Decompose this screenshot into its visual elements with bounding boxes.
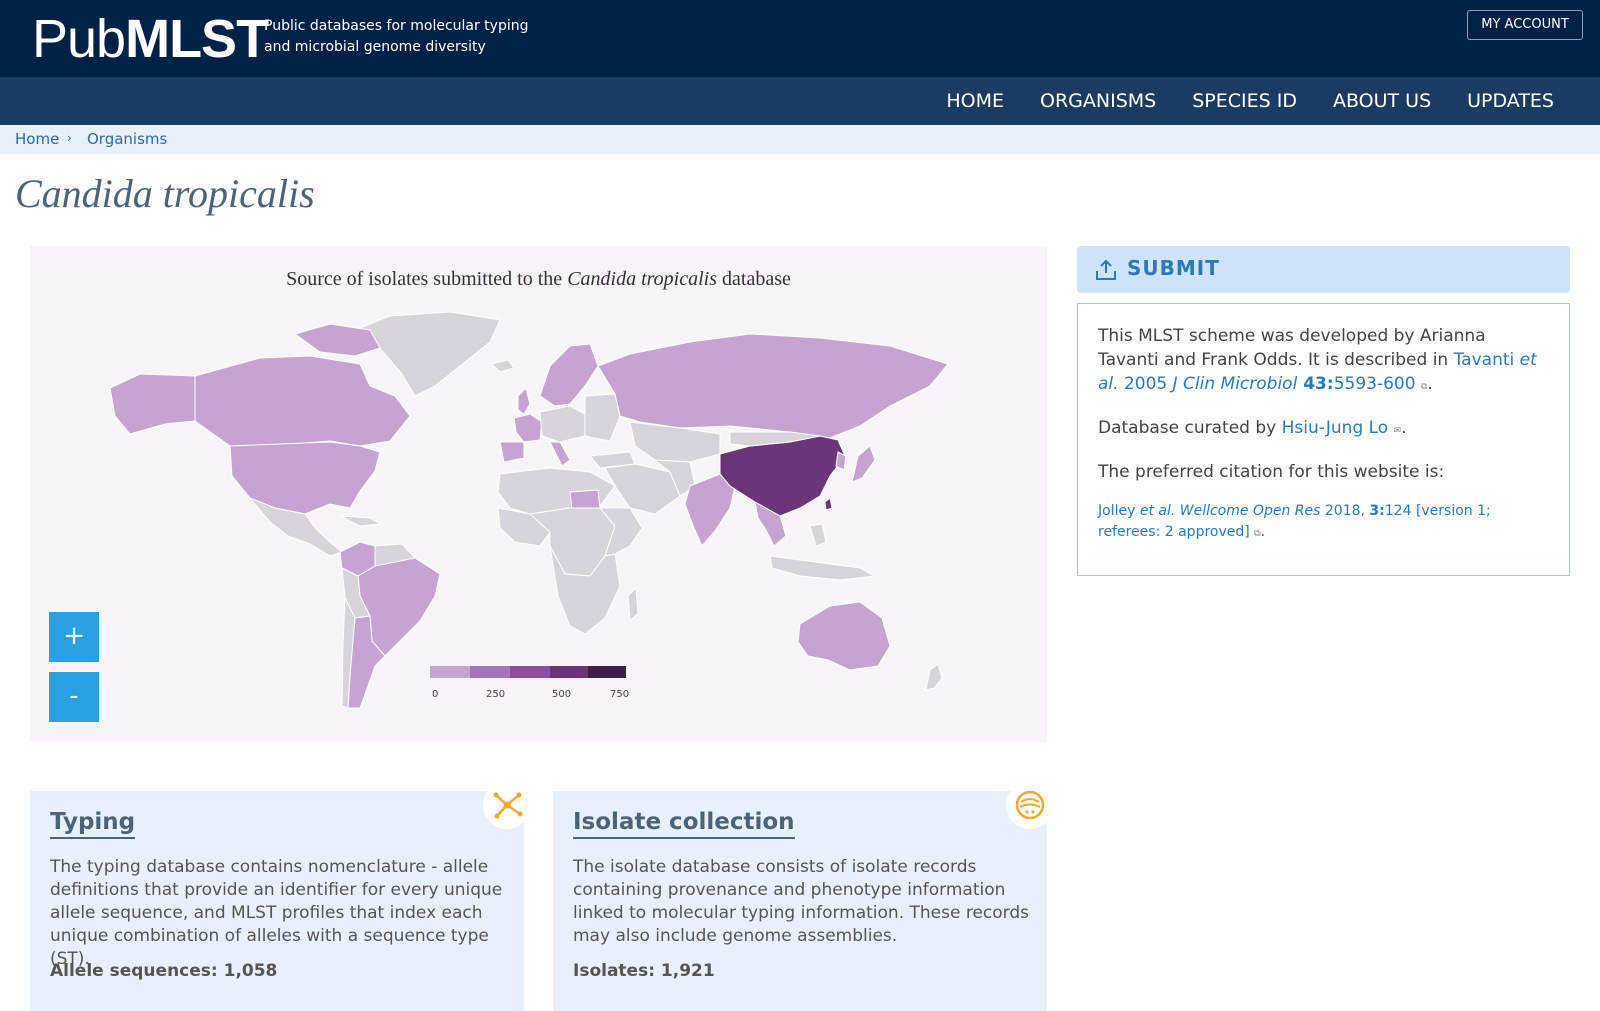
map-region-italy [549,441,571,467]
map-region-alaska [109,373,196,435]
isolate-card-text: The isolate database consists of isolate… [573,857,1030,946]
map-region-australia [797,601,891,671]
typing-card-title[interactable]: Typing [50,809,136,839]
legend-tick-0: 0 [432,689,438,700]
map-region-central-europe [539,405,586,443]
pubmlst-logo[interactable]: PubMLST [32,8,269,70]
legend-swatch-2 [470,666,510,678]
map-region-usa [229,441,381,515]
map-region-spain [499,441,525,463]
curator-line: Database curated by Hsiu-Jung Lo ✉. [1098,418,1407,438]
map-region-taiwan [824,497,833,511]
map-region-eastern-europe [584,393,621,442]
scheme-info-box: This MLST scheme was developed by Ariann… [1077,303,1570,576]
nav-item-about-us[interactable]: ABOUT US [1333,90,1431,112]
legend-tick-250: 250 [486,689,505,700]
submit-label: SUBMIT [1127,256,1220,280]
map-region-uk [517,387,531,415]
world-map[interactable]: 0 250 500 750 [30,246,1047,742]
map-region-madagascar [627,586,639,621]
isolate-collection-card: Isolate collection The isolate database … [553,781,1054,1011]
map-region-caribbean [339,515,382,527]
breadcrumb-separator: › [67,131,72,145]
typing-card-text: The typing database contains nomenclatur… [50,857,503,969]
allele-sequences-count: Allele sequences: 1,058 [50,961,278,981]
citation: Jolley et al. Wellcome Open Res 2018, 3:… [1098,503,1491,540]
zoom-out-button[interactable]: - [49,672,99,722]
nav-item-organisms[interactable]: ORGANISMS [1040,90,1156,112]
mail-icon: ✉ [1393,426,1402,436]
legend-swatch-1 [430,666,470,678]
breadcrumb: Home › Organisms [0,125,1600,154]
curator-link[interactable]: Hsiu-Jung Lo [1282,418,1389,438]
site-tagline: Public databases for molecular typing an… [264,18,529,55]
nav-item-species-id[interactable]: SPECIES ID [1192,90,1297,112]
map-title: Source of isolates submitted to the Cand… [286,268,791,290]
petri-dish-icon [1006,781,1054,829]
map-region-russia [597,333,949,439]
submit-button[interactable]: SUBMIT [1077,246,1570,293]
legend-swatch-3 [510,666,550,678]
map-region-indonesia [769,555,877,581]
my-account-button[interactable]: MY ACCOUNT [1467,10,1583,40]
scheme-description: This MLST scheme was developed by Ariann… [1098,326,1537,394]
map-region-france [513,413,543,443]
nav-item-home[interactable]: HOME [946,90,1004,112]
page-title: Candida tropicalis [15,171,315,216]
map-region-japan [851,445,876,483]
site-header: PubMLST Public databases for molecular t… [0,0,1600,77]
map-legend: 0 250 500 750 [430,666,629,700]
isolates-count: Isolates: 1,921 [573,961,715,981]
map-region-india [684,473,736,547]
legend-tick-750: 750 [610,689,629,700]
isolate-card-title[interactable]: Isolate collection [573,809,795,839]
breadcrumb-organisms[interactable]: Organisms [87,130,167,148]
isolate-source-map: 0 250 500 750 Source of isolates submitt… [30,246,1047,742]
map-region-iceland [491,359,515,373]
map-region-philippines [809,523,827,547]
legend-swatch-5 [588,666,626,678]
map-region-new-zealand [925,663,943,691]
legend-tick-500: 500 [552,689,571,700]
map-region-canada [194,355,411,447]
map-region-egypt [569,489,601,511]
map-region-greenland [359,311,501,397]
citation-intro: The preferred citation for this website … [1098,462,1445,482]
legend-swatch-4 [550,666,588,678]
nav-item-updates[interactable]: UPDATES [1467,90,1554,112]
map-region-kazakhstan [629,421,721,463]
citation-link[interactable]: Jolley et al. Wellcome Open Res 2018, 3:… [1098,503,1491,540]
breadcrumb-home[interactable]: Home [15,130,59,148]
typing-card: Typing The typing database contains nome… [30,781,531,1011]
zoom-in-button[interactable]: + [49,612,99,662]
typing-network-icon [483,781,531,829]
upload-icon [1095,259,1117,285]
main-nav: HOME ORGANISMS SPECIES ID ABOUT US UPDAT… [0,77,1600,125]
map-region-korea [835,451,847,471]
